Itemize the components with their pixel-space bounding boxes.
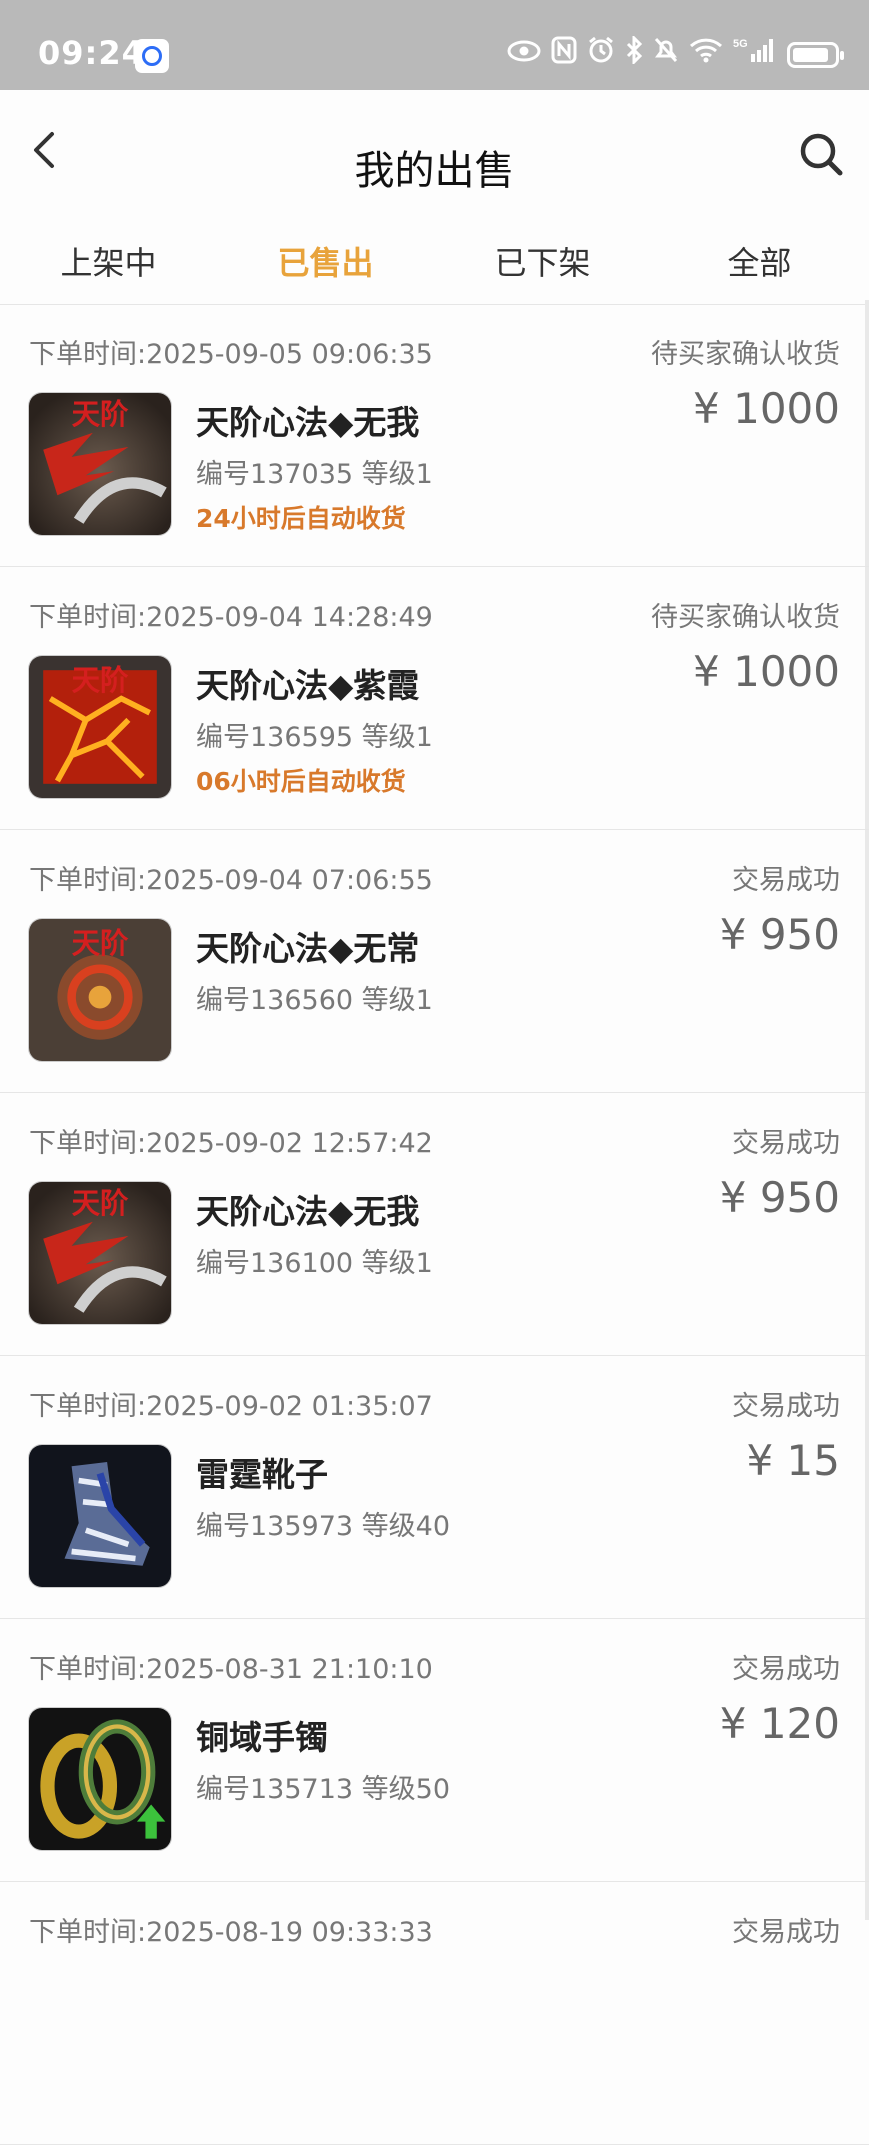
item-meta: 编号136560 等级1 [196, 985, 433, 1016]
auto-receive-note: 06小时后自动收货 [196, 767, 406, 796]
order-time: 下单时间:2025-08-31 21:10:10 [29, 1654, 433, 1685]
page-title: 我的出售 [354, 148, 515, 194]
item-price: ¥ 1000 [693, 384, 840, 433]
order-status: 交易成功 [732, 865, 840, 896]
skill-wuchang-icon: 天阶 [28, 918, 172, 1062]
signal-5g-icon: 5G [733, 36, 777, 73]
order-card[interactable]: 下单时间:2025-09-04 07:06:55 交易成功 天阶 天阶心法◆无常… [0, 830, 869, 1093]
order-time: 下单时间:2025-08-19 09:33:33 [29, 1917, 433, 1948]
order-card[interactable]: 下单时间:2025-09-05 09:06:35 待买家确认收货 天阶 天阶心法… [0, 304, 869, 567]
item-price: ¥ 950 [719, 910, 840, 959]
bluetooth-icon [625, 34, 643, 73]
status-icons: 5G [507, 34, 844, 73]
svg-text:天阶: 天阶 [72, 664, 129, 697]
mute-icon [653, 36, 679, 73]
order-time: 下单时间:2025-09-02 01:35:07 [29, 1391, 433, 1422]
app-notification-icon [135, 39, 169, 73]
svg-text:天阶: 天阶 [72, 1187, 129, 1220]
status-bar: 09:24 5G [0, 0, 869, 90]
order-time: 下单时间:2025-09-04 14:28:49 [29, 602, 433, 633]
nav-bar: 我的出售 [0, 90, 869, 200]
svg-text:天阶: 天阶 [72, 927, 129, 960]
item-price: ¥ 1000 [693, 647, 840, 696]
order-card[interactable]: 下单时间:2025-08-31 21:10:10 交易成功 铜域手镯 编号135… [0, 1619, 869, 1882]
search-icon[interactable] [799, 132, 843, 176]
order-status: 交易成功 [732, 1917, 840, 1948]
order-time: 下单时间:2025-09-02 12:57:42 [29, 1128, 433, 1159]
tab-listing[interactable]: 上架中 [0, 238, 217, 284]
order-time: 下单时间:2025-09-05 09:06:35 [29, 339, 433, 370]
status-time: 09:24 [38, 34, 145, 72]
item-meta: 编号135713 等级50 [196, 1774, 451, 1805]
item-name: 天阶心法◆无我 [196, 403, 420, 442]
eye-icon [507, 38, 541, 72]
order-status: 交易成功 [732, 1391, 840, 1422]
item-meta: 编号136595 等级1 [196, 722, 433, 753]
tab-sold[interactable]: 已售出 [217, 238, 434, 284]
nfc-icon [551, 36, 577, 73]
boots-icon [28, 1444, 172, 1588]
order-status: 待买家确认收货 [651, 602, 840, 633]
order-status: 待买家确认收货 [651, 339, 840, 370]
item-name: 天阶心法◆无我 [196, 1192, 420, 1231]
item-name: 铜域手镯 [196, 1718, 328, 1757]
skill-zixia-icon: 天阶 [28, 655, 172, 799]
order-card[interactable]: 下单时间:2025-08-19 09:33:33 交易成功 [0, 1882, 869, 2145]
item-price: ¥ 15 [746, 1436, 840, 1485]
tab-delisted[interactable]: 已下架 [434, 238, 651, 284]
item-meta: 编号135973 等级40 [196, 1511, 451, 1542]
item-name: 雷霆靴子 [196, 1455, 328, 1494]
order-status: 交易成功 [732, 1128, 840, 1159]
tab-all[interactable]: 全部 [651, 238, 868, 284]
item-name: 天阶心法◆无常 [196, 929, 420, 968]
order-card[interactable]: 下单时间:2025-09-02 12:57:42 交易成功 天阶 天阶心法◆无我… [0, 1093, 869, 1356]
auto-receive-note: 24小时后自动收货 [196, 504, 406, 533]
bracelet-icon [28, 1707, 172, 1851]
skill-wuwo-icon: 天阶 [28, 392, 172, 536]
item-price: ¥ 120 [719, 1699, 840, 1748]
alarm-icon [587, 36, 615, 73]
svg-text:5G: 5G [733, 38, 748, 50]
item-name: 天阶心法◆紫霞 [196, 666, 420, 705]
order-time: 下单时间:2025-09-04 07:06:55 [29, 865, 433, 896]
svg-text:天阶: 天阶 [72, 398, 129, 431]
item-meta: 编号137035 等级1 [196, 459, 433, 490]
item-meta: 编号136100 等级1 [196, 1248, 433, 1279]
order-list: 下单时间:2025-09-05 09:06:35 待买家确认收货 天阶 天阶心法… [0, 304, 869, 2145]
order-card[interactable]: 下单时间:2025-09-02 01:35:07 交易成功 雷霆靴子 编号135… [0, 1356, 869, 1619]
item-price: ¥ 950 [719, 1173, 840, 1222]
order-status: 交易成功 [732, 1654, 840, 1685]
wifi-icon [689, 37, 723, 72]
battery-icon [787, 41, 844, 68]
tab-bar: 上架中 已售出 已下架 全部 [0, 200, 869, 305]
skill-wuwo-icon: 天阶 [28, 1181, 172, 1325]
order-card[interactable]: 下单时间:2025-09-04 14:28:49 待买家确认收货 天阶 天阶心法… [0, 567, 869, 830]
